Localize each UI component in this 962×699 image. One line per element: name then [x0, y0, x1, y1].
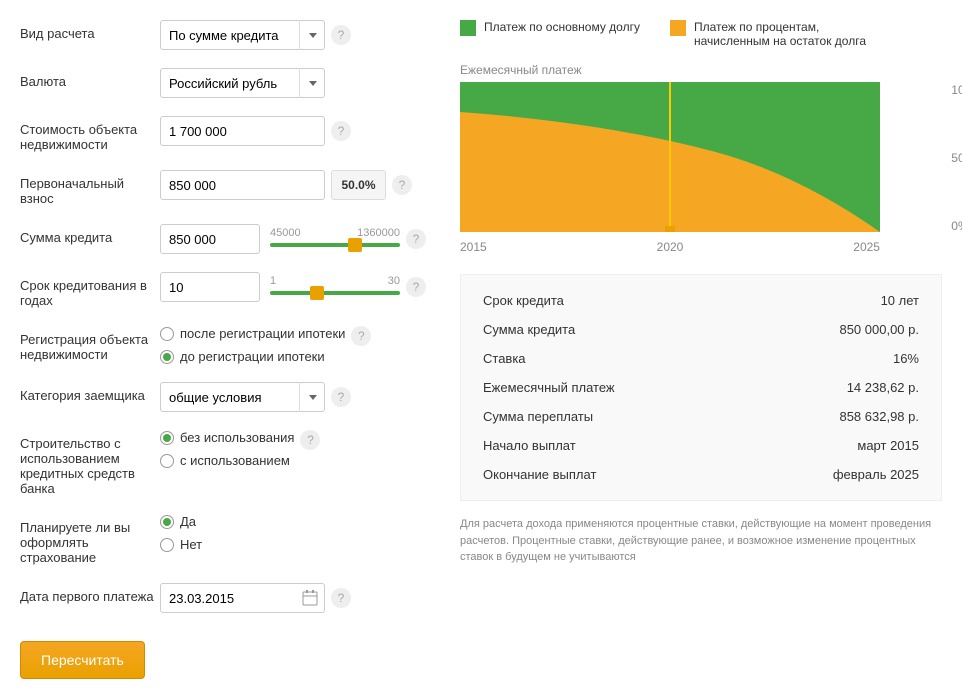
radio-icon: [160, 538, 174, 552]
first-payment-date-label: Дата первого платежа: [20, 583, 160, 604]
legend-swatch-green: [460, 20, 476, 36]
currency-label: Валюта: [20, 68, 160, 89]
insurance-no-radio[interactable]: Нет: [160, 537, 202, 552]
chevron-down-icon[interactable]: [299, 382, 325, 412]
construction-label: Строительство с использованием кредитных…: [20, 430, 160, 496]
insurance-yes-radio[interactable]: Да: [160, 514, 202, 529]
result-overpay: Сумма переплаты 858 632,98 р.: [483, 409, 919, 424]
radio-icon: [160, 350, 174, 364]
construction-with-radio[interactable]: с использованием: [160, 453, 294, 468]
chart-y-axis: 100% 50% 0%: [951, 83, 962, 233]
result-term: Срок кредита 10 лет: [483, 293, 919, 308]
legend-principal: Платеж по основному долгу: [460, 20, 640, 48]
calendar-icon[interactable]: [301, 589, 319, 607]
chart-title: Ежемесячный платеж: [460, 63, 942, 77]
down-payment-percent: 50.0%: [331, 170, 386, 200]
radio-icon: [160, 327, 174, 341]
footnote: Для расчета дохода применяются процентны…: [460, 516, 942, 566]
currency-row: Валюта: [20, 68, 430, 98]
calc-type-row: Вид расчета ?: [20, 20, 430, 50]
insurance-row: Планируете ли вы оформлять страхование Д…: [20, 514, 430, 565]
property-cost-label: Стоимость объекта недвижимости: [20, 116, 160, 152]
credit-sum-slider[interactable]: 45000 1360000: [270, 231, 400, 247]
recalculate-button[interactable]: Пересчитать: [20, 641, 145, 679]
result-rate: Ставка 16%: [483, 351, 919, 366]
legend-interest: Платеж по процентам, начисленным на оста…: [670, 20, 894, 48]
radio-icon: [160, 515, 174, 529]
help-icon[interactable]: ?: [406, 229, 426, 249]
chart: Ежемесячный платеж 2015 2020 2025 100% 5…: [460, 63, 942, 254]
help-icon[interactable]: ?: [406, 277, 426, 297]
chart-legend: Платеж по основному долгу Платеж по проц…: [460, 20, 942, 48]
property-cost-row: Стоимость объекта недвижимости ?: [20, 116, 430, 152]
legend-swatch-orange: [670, 20, 686, 36]
borrower-cat-select[interactable]: [160, 382, 325, 412]
calc-type-label: Вид расчета: [20, 20, 160, 41]
help-icon[interactable]: ?: [331, 25, 351, 45]
chart-svg: [460, 82, 880, 232]
construction-row: Строительство с использованием кредитных…: [20, 430, 430, 496]
term-input[interactable]: [160, 272, 260, 302]
help-icon[interactable]: ?: [300, 430, 320, 450]
term-slider[interactable]: 1 30: [270, 279, 400, 295]
help-icon[interactable]: ?: [351, 326, 371, 346]
credit-sum-label: Сумма кредита: [20, 224, 160, 245]
credit-sum-input[interactable]: [160, 224, 260, 254]
down-payment-input[interactable]: [160, 170, 325, 200]
form-panel: Вид расчета ? Валюта Стоимость объекта н…: [20, 20, 430, 679]
registration-before-radio[interactable]: до регистрации ипотеки: [160, 349, 345, 364]
term-row: Срок кредитования в годах 1 30 ?: [20, 272, 430, 308]
result-monthly: Ежемесячный платеж 14 238,62 р.: [483, 380, 919, 395]
credit-sum-row: Сумма кредита 45000 1360000 ?: [20, 224, 430, 254]
radio-icon: [160, 454, 174, 468]
chevron-down-icon[interactable]: [299, 68, 325, 98]
help-icon[interactable]: ?: [331, 588, 351, 608]
registration-label: Регистрация объекта недвижимости: [20, 326, 160, 362]
result-sum: Сумма кредита 850 000,00 р.: [483, 322, 919, 337]
calc-type-select[interactable]: [160, 20, 325, 50]
slider-handle[interactable]: [348, 238, 362, 252]
help-icon[interactable]: ?: [392, 175, 412, 195]
results-box: Срок кредита 10 лет Сумма кредита 850 00…: [460, 274, 942, 501]
slider-handle[interactable]: [310, 286, 324, 300]
property-cost-input[interactable]: [160, 116, 325, 146]
result-start: Начало выплат март 2015: [483, 438, 919, 453]
chart-x-axis: 2015 2020 2025: [460, 240, 880, 254]
currency-select[interactable]: [160, 68, 325, 98]
result-end: Окончание выплат февраль 2025: [483, 467, 919, 482]
registration-after-radio[interactable]: после регистрации ипотеки: [160, 326, 345, 341]
construction-without-radio[interactable]: без использования: [160, 430, 294, 445]
radio-icon: [160, 431, 174, 445]
down-payment-row: Первоначальный взнос 50.0% ?: [20, 170, 430, 206]
borrower-cat-row: Категория заемщика ?: [20, 382, 430, 412]
chevron-down-icon[interactable]: [299, 20, 325, 50]
results-panel: Платеж по основному долгу Платеж по проц…: [460, 20, 942, 679]
help-icon[interactable]: ?: [331, 387, 351, 407]
insurance-label: Планируете ли вы оформлять страхование: [20, 514, 160, 565]
registration-row: Регистрация объекта недвижимости после р…: [20, 326, 430, 364]
term-label: Срок кредитования в годах: [20, 272, 160, 308]
borrower-cat-label: Категория заемщика: [20, 382, 160, 403]
down-payment-label: Первоначальный взнос: [20, 170, 160, 206]
help-icon[interactable]: ?: [331, 121, 351, 141]
first-payment-date-row: Дата первого платежа ?: [20, 583, 430, 613]
